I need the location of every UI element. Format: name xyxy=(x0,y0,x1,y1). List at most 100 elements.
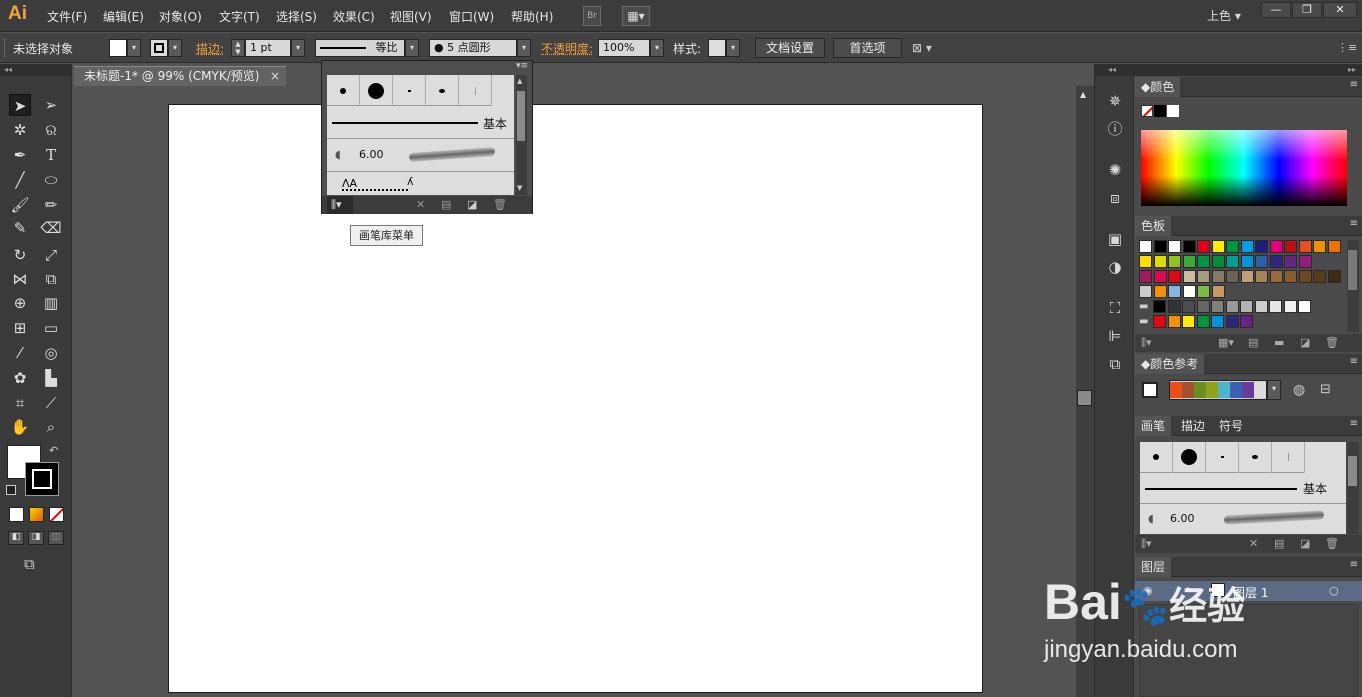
selection-tool-icon[interactable]: ➤ xyxy=(9,94,31,116)
default-colors-icon[interactable] xyxy=(6,485,16,495)
color-guide-menu-icon[interactable]: ≡ xyxy=(1350,356,1358,367)
swatch[interactable] xyxy=(1167,300,1181,313)
scroll-up-icon[interactable]: ▲ xyxy=(1080,90,1086,99)
swatch[interactable] xyxy=(1196,315,1210,328)
bridge-button[interactable]: Br xyxy=(583,6,601,26)
harmony-swatch[interactable] xyxy=(1182,382,1194,398)
screen-mode-icon[interactable]: ⧉ xyxy=(24,555,35,573)
eyedropper-tool-icon[interactable]: ⁄ xyxy=(9,342,31,364)
popup-brush-round-small[interactable] xyxy=(327,75,360,106)
stroke-weight-dropdown[interactable]: ▾ xyxy=(291,39,305,57)
stroke-weight-stepper[interactable]: ▲ ▼ xyxy=(231,39,245,57)
draw-behind-icon[interactable]: ◨ xyxy=(28,531,44,545)
swatch[interactable] xyxy=(1168,240,1181,253)
swatch[interactable] xyxy=(1283,300,1297,313)
width-tool-icon[interactable]: ⋈ xyxy=(9,268,31,290)
brush-calligraphic-2[interactable] xyxy=(1239,442,1272,473)
save-color-group-icon[interactable]: ⊟ xyxy=(1320,382,1331,397)
mesh-tool-icon[interactable]: ⊞ xyxy=(9,317,31,339)
swatches-panel-menu-icon[interactable]: ≡ xyxy=(1350,218,1358,229)
color-spectrum[interactable] xyxy=(1141,130,1347,206)
swatch[interactable] xyxy=(1182,300,1195,313)
style-dropdown[interactable]: ▾ xyxy=(726,39,740,57)
brush-options-icon[interactable]: ▤ xyxy=(1274,537,1284,550)
swatch[interactable] xyxy=(1269,270,1283,283)
brush-round-large[interactable] xyxy=(1173,442,1206,473)
lasso-tool-icon[interactable]: ର xyxy=(40,119,62,141)
swap-fill-stroke-icon[interactable]: ↶ xyxy=(49,444,58,457)
harmony-swatch[interactable] xyxy=(1254,382,1266,398)
tab-color[interactable]: ◆颜色 xyxy=(1135,77,1181,97)
swatch[interactable] xyxy=(1153,315,1166,328)
popup-brush-basic[interactable]: 基本 xyxy=(327,107,514,139)
swatch[interactable] xyxy=(1226,240,1239,253)
toolbox-collapse-icon[interactable]: ◂◂ xyxy=(0,64,72,76)
pen-tool-icon[interactable]: ✒ xyxy=(9,144,31,166)
tab-layers[interactable]: 图层 xyxy=(1135,557,1172,577)
stroke-label[interactable]: 描边: xyxy=(196,40,224,57)
arrange-documents-icon[interactable]: ▦▾ xyxy=(622,6,650,26)
magic-wand-tool-icon[interactable]: ✲ xyxy=(9,119,31,141)
swatch[interactable] xyxy=(1168,270,1181,283)
swatch[interactable] xyxy=(1298,270,1312,283)
swatch[interactable] xyxy=(1226,255,1239,268)
scale-tool-icon[interactable]: ⤢ xyxy=(40,244,62,266)
blob-brush-tool-icon[interactable]: ✎ xyxy=(9,217,31,239)
swatch[interactable] xyxy=(1153,285,1167,298)
color-panel-menu-icon[interactable]: ≡ xyxy=(1350,79,1358,90)
swatches-scrollbar[interactable] xyxy=(1347,240,1359,332)
eraser-tool-icon[interactable]: ⌫ xyxy=(40,217,62,239)
brush-round-small[interactable] xyxy=(1140,442,1173,473)
popup-new-brush-icon[interactable]: ◪ xyxy=(467,198,477,211)
brush-calligraphic-1[interactable] xyxy=(1206,442,1239,473)
swatch[interactable] xyxy=(1182,285,1196,298)
menu-window[interactable]: 窗口(W) xyxy=(449,8,494,25)
swatch[interactable] xyxy=(1240,255,1254,268)
swatch[interactable] xyxy=(1298,240,1312,253)
align-icon[interactable]: ⊫ xyxy=(1103,325,1127,347)
swatch[interactable] xyxy=(1284,255,1297,268)
harmony-rules-dropdown[interactable]: ▾ xyxy=(1267,380,1281,400)
remove-brush-stroke-icon[interactable]: ✕ xyxy=(1249,537,1258,550)
swatch[interactable] xyxy=(1211,315,1224,328)
swatch[interactable] xyxy=(1298,255,1312,268)
line-tool-icon[interactable]: ╱ xyxy=(9,169,31,191)
swatch[interactable] xyxy=(1139,240,1152,253)
delete-brush-icon[interactable]: 🗑 xyxy=(1325,537,1339,550)
new-swatch-icon[interactable]: ◪ xyxy=(1300,336,1310,349)
swatch[interactable] xyxy=(1284,270,1297,283)
swatch[interactable] xyxy=(1139,270,1152,283)
popup-brush-calligraphic-3[interactable] xyxy=(459,75,492,106)
swatch[interactable] xyxy=(1225,300,1239,313)
tab-color-guide[interactable]: ◆颜色参考 xyxy=(1135,354,1205,374)
popup-brush-calligraphic-1[interactable] xyxy=(393,75,426,106)
ellipse-tool-icon[interactable]: ⬭ xyxy=(40,169,62,191)
new-brush-icon[interactable]: ◪ xyxy=(1300,537,1310,550)
base-color-swatch[interactable] xyxy=(1142,382,1158,398)
swatch[interactable] xyxy=(1313,240,1326,253)
artboard-tool-icon[interactable]: ⌗ xyxy=(9,392,31,414)
swatch[interactable] xyxy=(1167,315,1181,328)
zoom-tool-icon[interactable]: ⌕ xyxy=(40,416,62,438)
popup-brush-calligraphic-2[interactable] xyxy=(426,75,459,106)
stroke-weight-field[interactable]: 1 pt xyxy=(245,39,291,57)
perspective-grid-tool-icon[interactable]: ▥ xyxy=(40,292,62,314)
swatch[interactable] xyxy=(1153,255,1167,268)
swatch[interactable] xyxy=(1197,255,1210,268)
stroke-swatch[interactable] xyxy=(150,39,168,57)
swatch[interactable] xyxy=(1284,240,1297,253)
scroll-thumb[interactable] xyxy=(1077,390,1092,406)
appearance-icon[interactable]: ✺ xyxy=(1103,159,1127,181)
align-options-icon[interactable]: ⊠ ▾ xyxy=(912,41,932,55)
popup-remove-stroke-icon[interactable]: ✕ xyxy=(416,198,425,211)
menu-object[interactable]: 对象(O) xyxy=(159,8,202,25)
draw-inside-icon[interactable]: ◫ xyxy=(48,531,64,545)
swatch[interactable] xyxy=(1153,270,1167,283)
new-color-group-icon[interactable]: ▬ xyxy=(1274,336,1284,349)
profile-dropdown[interactable]: ▾ xyxy=(405,39,419,57)
swatch[interactable] xyxy=(1269,240,1283,253)
navigator-icon[interactable]: ✵ xyxy=(1103,90,1127,112)
swatch[interactable] xyxy=(1197,240,1210,253)
harmony-colors[interactable] xyxy=(1169,380,1267,400)
harmony-swatch[interactable] xyxy=(1218,382,1230,398)
